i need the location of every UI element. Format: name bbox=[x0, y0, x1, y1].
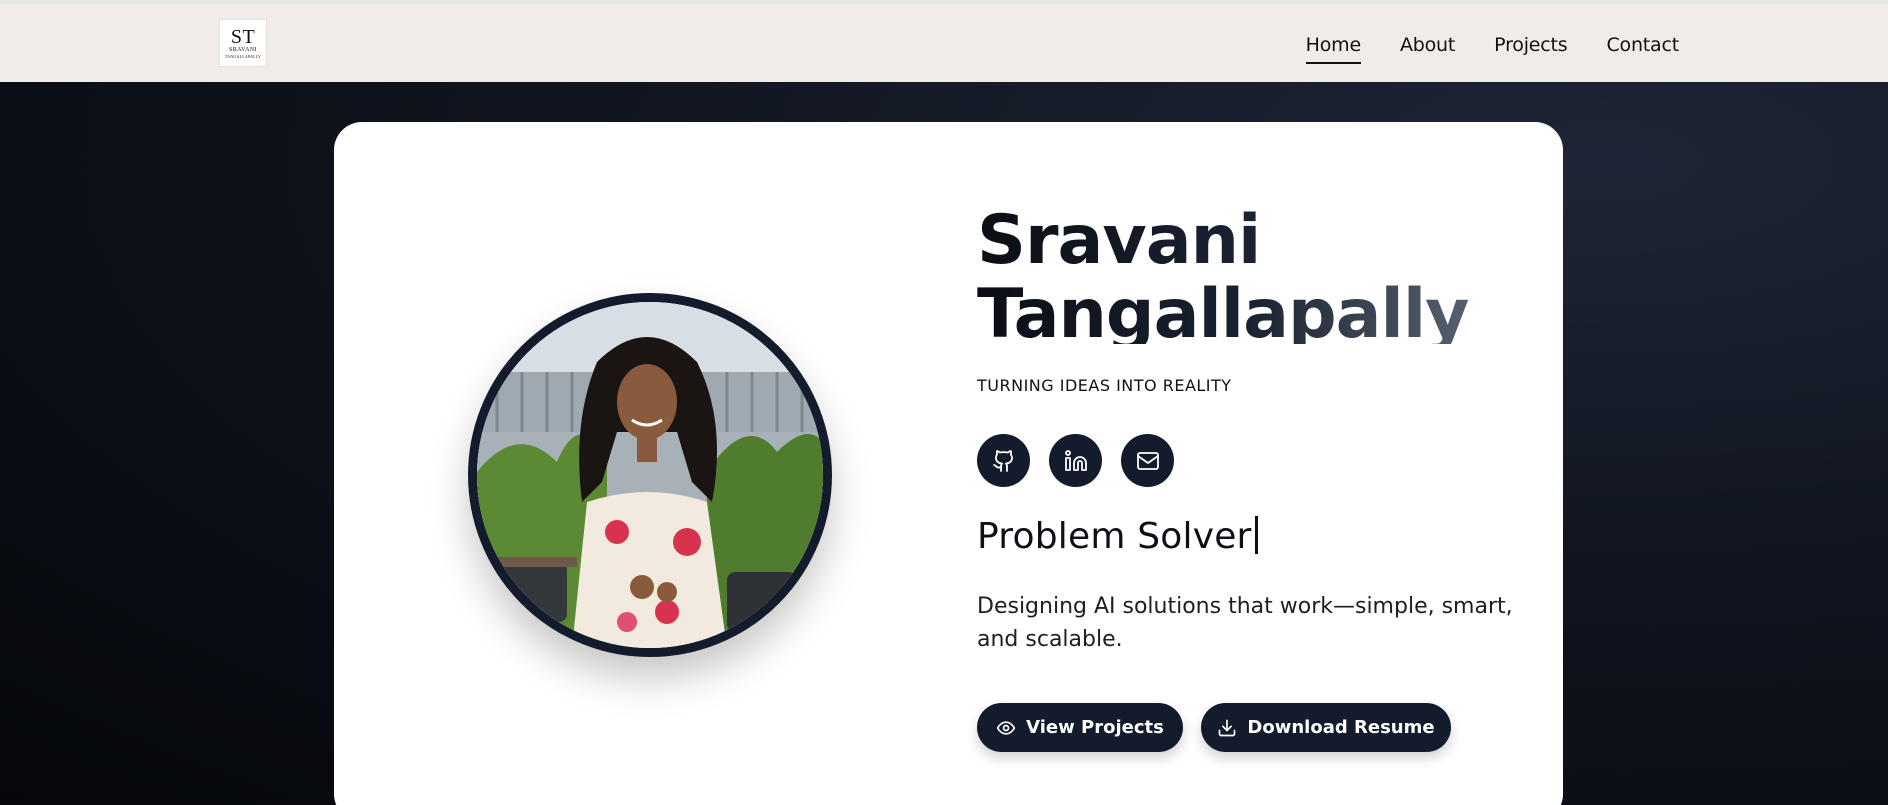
logo-last-name: TANGALLAPALLY bbox=[224, 54, 262, 59]
hero-card: Sravani Tangallapally TURNING IDEAS INTO… bbox=[334, 122, 1563, 805]
hero-name: Sravani Tangallapally bbox=[977, 204, 1469, 344]
download-icon bbox=[1219, 719, 1236, 736]
hero-tagline: TURNING IDEAS INTO REALITY bbox=[977, 376, 1232, 395]
logo-monogram: ST bbox=[230, 26, 256, 48]
social-links bbox=[977, 434, 1174, 487]
hero-last-name: Tangallapally bbox=[977, 275, 1469, 344]
portrait-illustration bbox=[477, 302, 823, 648]
nav-contact[interactable]: Contact bbox=[1606, 34, 1679, 64]
mail-icon bbox=[1136, 451, 1159, 470]
main-nav: Home About Projects Contact bbox=[1305, 34, 1679, 64]
eye-icon bbox=[996, 720, 1016, 735]
nav-home[interactable]: Home bbox=[1305, 34, 1361, 64]
typed-role: Problem Solver bbox=[977, 516, 1258, 557]
nav-about[interactable]: About bbox=[1400, 34, 1455, 64]
email-button[interactable] bbox=[1121, 434, 1174, 487]
nav-projects[interactable]: Projects bbox=[1494, 34, 1568, 64]
typed-role-text: Problem Solver bbox=[977, 516, 1252, 557]
download-resume-label: Download Resume bbox=[1247, 717, 1435, 738]
hero-first-name: Sravani bbox=[977, 204, 1261, 280]
typing-cursor bbox=[1254, 516, 1258, 554]
navbar: ST SRAVANI TANGALLAPALLY Home About Proj… bbox=[0, 4, 1888, 82]
linkedin-icon bbox=[1064, 449, 1087, 471]
github-button[interactable] bbox=[977, 434, 1030, 487]
download-resume-button[interactable]: Download Resume bbox=[1201, 703, 1451, 752]
view-projects-label: View Projects bbox=[1026, 717, 1164, 738]
site-logo[interactable]: ST SRAVANI TANGALLAPALLY bbox=[219, 19, 267, 67]
linkedin-button[interactable] bbox=[1049, 434, 1102, 487]
view-projects-button[interactable]: View Projects bbox=[977, 703, 1183, 752]
github-icon bbox=[992, 449, 1013, 472]
hero-description: Designing AI solutions that work—simple,… bbox=[977, 594, 1513, 652]
profile-photo bbox=[468, 293, 832, 657]
logo-first-name: SRAVANI bbox=[229, 47, 257, 53]
